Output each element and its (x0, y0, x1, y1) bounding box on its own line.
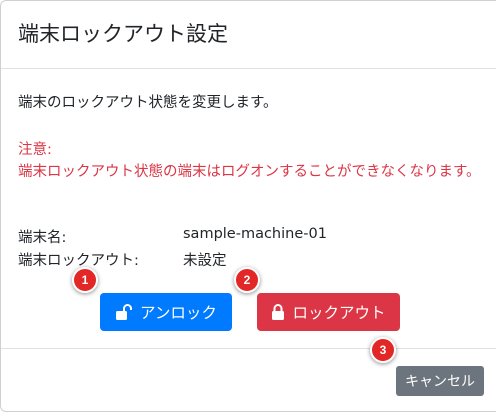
dialog-title: 端末ロックアウト設定 (18, 22, 228, 46)
machine-name-label: 端末名: (18, 230, 67, 246)
annotation-badge-3: 3 (370, 337, 396, 363)
lockout-settings-dialog: 端末ロックアウト設定 端末のロックアウト状態を変更します。 注意: 端末ロックア… (0, 0, 496, 412)
unlock-icon (115, 304, 133, 320)
annotation-badge-2: 2 (234, 267, 260, 293)
unlock-button[interactable]: アンロック (100, 293, 232, 331)
lockout-status-value: 未設定 (183, 253, 227, 269)
dialog-header: 端末ロックアウト設定 (1, 1, 496, 69)
lockout-status-label: 端末ロックアウト: (18, 253, 139, 269)
dialog-description: 端末のロックアウト状態を変更します。 (18, 95, 278, 111)
lockout-button-label: ロックアウト (292, 304, 386, 322)
warning-heading: 注意: (18, 142, 52, 158)
warning-text: 端末ロックアウト状態の端末はログオンすることができなくなります。 (18, 164, 481, 180)
cancel-button[interactable]: キャンセル (396, 366, 484, 396)
lock-icon (271, 304, 285, 320)
lockout-button[interactable]: ロックアウト (257, 293, 400, 331)
annotation-badge-1: 1 (72, 267, 98, 293)
machine-name-value: sample-machine-01 (183, 226, 327, 242)
unlock-button-label: アンロック (140, 304, 217, 322)
